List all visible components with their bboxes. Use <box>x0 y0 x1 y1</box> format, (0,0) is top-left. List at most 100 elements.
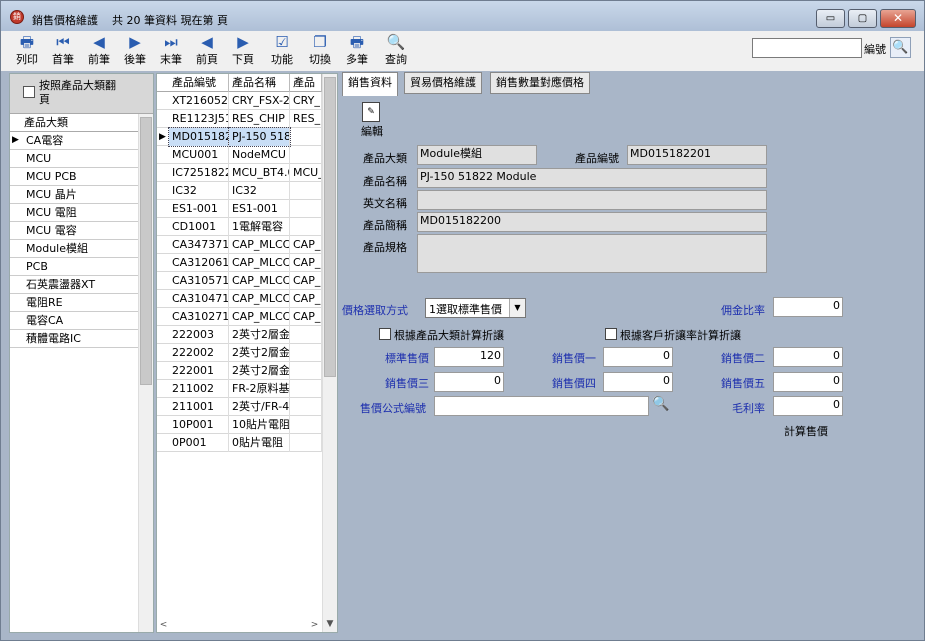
table-row[interactable]: IC32 IC32 <box>157 182 322 200</box>
table-cell[interactable]: 222002 <box>169 344 229 362</box>
table-cell[interactable]: CA3105712 <box>169 272 229 290</box>
print-button[interactable]: 🖶 列印 <box>10 33 44 71</box>
close-button[interactable]: ✕ <box>880 9 916 28</box>
grid-scroll-thumb[interactable] <box>324 77 336 377</box>
next-record-button[interactable]: ▶ 後筆 <box>118 33 152 71</box>
table-cell[interactable]: CA3120612 <box>169 254 229 272</box>
category-item[interactable]: 積體電路IC <box>10 330 138 348</box>
table-row[interactable]: IC7251822€MCU_BT4.0MCU_ <box>157 164 322 182</box>
price5-input[interactable]: 0 <box>773 372 843 392</box>
formula-input[interactable] <box>434 396 649 416</box>
table-row[interactable]: 10P001 10貼片電阻 <box>157 416 322 434</box>
table-row[interactable]: 0P001 0貼片電阻 <box>157 434 322 452</box>
table-cell[interactable]: 222001 <box>169 362 229 380</box>
table-cell[interactable] <box>290 416 322 434</box>
table-cell[interactable] <box>290 218 322 236</box>
table-cell[interactable]: CAP_ <box>290 254 322 272</box>
table-row[interactable]: CA3102712CAP_MLCCCAP_ <box>157 308 322 326</box>
table-row[interactable]: ▶MD015182ZPJ-150 518 <box>157 127 322 147</box>
category-item[interactable]: ▶ CA電容 <box>10 132 138 150</box>
table-cell[interactable]: CA3473712 <box>169 236 229 254</box>
table-row[interactable]: XT2160522 CRY_FSX-2 CRY_ <box>157 92 322 110</box>
table-row[interactable]: CA3105712CAP_MLCCCAP_ <box>157 272 322 290</box>
table-cell[interactable] <box>290 344 322 362</box>
table-cell[interactable]: XT2160522 <box>169 92 229 110</box>
table-cell[interactable]: CAP_ <box>290 236 322 254</box>
category-item[interactable]: 電容CA <box>10 312 138 330</box>
minimize-button[interactable]: ▭ <box>816 9 845 28</box>
table-row[interactable]: CA3473712CAP_MLCCCAP_ <box>157 236 322 254</box>
table-cell[interactable]: CAP_MLCC <box>229 290 290 308</box>
tab-trade-price[interactable]: 貿易價格維護 <box>404 72 482 94</box>
category-column-header[interactable]: 產品大類 <box>10 114 138 132</box>
category-item[interactable]: 電阻RE <box>10 294 138 312</box>
margin-input[interactable]: 0 <box>773 396 843 416</box>
edit-icon[interactable]: ✎ <box>362 102 380 122</box>
prev-page-button[interactable]: ◀ 前頁 <box>190 33 224 71</box>
search-icon[interactable]: 🔍 <box>652 396 669 412</box>
commission-input[interactable]: 0 <box>773 297 843 317</box>
prev-record-button[interactable]: ◀ 前筆 <box>82 33 116 71</box>
category-scroll-thumb[interactable] <box>140 117 152 385</box>
tab-quantity-price[interactable]: 銷售數量對應價格 <box>490 72 590 94</box>
table-row[interactable]: CA3104712CAP_MLCCCAP_ <box>157 290 322 308</box>
scroll-left-icon[interactable]: < <box>156 618 171 632</box>
category-item[interactable]: MCU 電阻 <box>10 204 138 222</box>
table-cell[interactable]: CA3102712 <box>169 308 229 326</box>
table-cell[interactable]: CA3104712 <box>169 290 229 308</box>
table-row[interactable]: CD1001 1電解電容 <box>157 218 322 236</box>
customer-discount-checkbox[interactable] <box>605 328 617 340</box>
table-cell[interactable]: CAP_MLCC <box>229 254 290 272</box>
edit-label[interactable]: 編輯 <box>361 123 383 139</box>
table-cell[interactable]: 0貼片電阻 <box>229 434 290 452</box>
price4-input[interactable]: 0 <box>603 372 673 392</box>
category-item[interactable]: PCB <box>10 258 138 276</box>
table-cell[interactable]: CRY_ <box>290 92 322 110</box>
table-cell[interactable]: IC7251822€ <box>169 164 229 182</box>
table-row[interactable]: RE1123J51 RES_CHIP RES_ <box>157 110 322 128</box>
table-cell[interactable]: 2英寸2層金 <box>229 326 290 344</box>
std-price-input[interactable]: 120 <box>434 347 504 367</box>
table-cell[interactable] <box>290 200 322 218</box>
category-scrollbar[interactable] <box>138 114 153 632</box>
table-cell[interactable]: 222003 <box>169 326 229 344</box>
page-by-category-checkbox[interactable] <box>23 86 35 98</box>
table-cell[interactable] <box>290 146 322 164</box>
first-record-button[interactable]: ⏮ 首筆 <box>46 33 80 71</box>
table-cell[interactable] <box>290 380 322 398</box>
price-method-select[interactable]: 1選取標準售價 ▼ <box>425 298 526 318</box>
table-row[interactable]: ES1-001 ES1-001 <box>157 200 322 218</box>
col-header-code[interactable]: 產品編號 <box>169 74 229 92</box>
table-cell[interactable]: CAP_MLCC <box>229 236 290 254</box>
search-button[interactable]: 🔍 <box>890 37 911 58</box>
table-cell[interactable]: CAP_ <box>290 308 322 326</box>
scroll-down-icon[interactable]: ▼ <box>323 617 337 631</box>
category-discount-checkbox[interactable] <box>379 328 391 340</box>
maximize-button[interactable]: ▢ <box>848 9 877 28</box>
search-input[interactable] <box>752 38 862 58</box>
table-cell[interactable]: MCU_ <box>290 164 322 182</box>
table-cell[interactable]: CRY_FSX-2 <box>229 92 290 110</box>
table-cell[interactable] <box>290 128 322 146</box>
switch-button[interactable]: ❐ 切換 <box>303 33 337 71</box>
table-cell[interactable] <box>290 434 322 452</box>
table-cell[interactable]: 2英寸/FR-4 <box>229 398 290 416</box>
tab-sales-info[interactable]: 銷售資料 <box>342 72 398 96</box>
table-cell[interactable] <box>290 362 322 380</box>
table-cell[interactable]: 2英寸2層金 <box>229 362 290 380</box>
table-cell[interactable]: CAP_MLCC <box>229 272 290 290</box>
table-row[interactable]: 222002 2英寸2層金 <box>157 344 322 362</box>
table-cell[interactable]: RES_CHIP <box>229 110 290 128</box>
category-item[interactable]: Module模組 <box>10 240 138 258</box>
category-item[interactable]: MCU <box>10 150 138 168</box>
col-header-name[interactable]: 產品名稱 <box>229 74 290 92</box>
last-record-button[interactable]: ⏭ 末筆 <box>154 33 188 71</box>
table-cell[interactable]: 211002 <box>169 380 229 398</box>
table-cell[interactable] <box>290 326 322 344</box>
table-cell[interactable]: 1電解電容 <box>229 218 290 236</box>
table-row[interactable]: CA3120612CAP_MLCCCAP_ <box>157 254 322 272</box>
table-cell[interactable]: ES1-001 <box>169 200 229 218</box>
category-item[interactable]: 石英震盪器XT <box>10 276 138 294</box>
table-cell[interactable]: RES_ <box>290 110 322 128</box>
table-cell[interactable]: 211001 <box>169 398 229 416</box>
